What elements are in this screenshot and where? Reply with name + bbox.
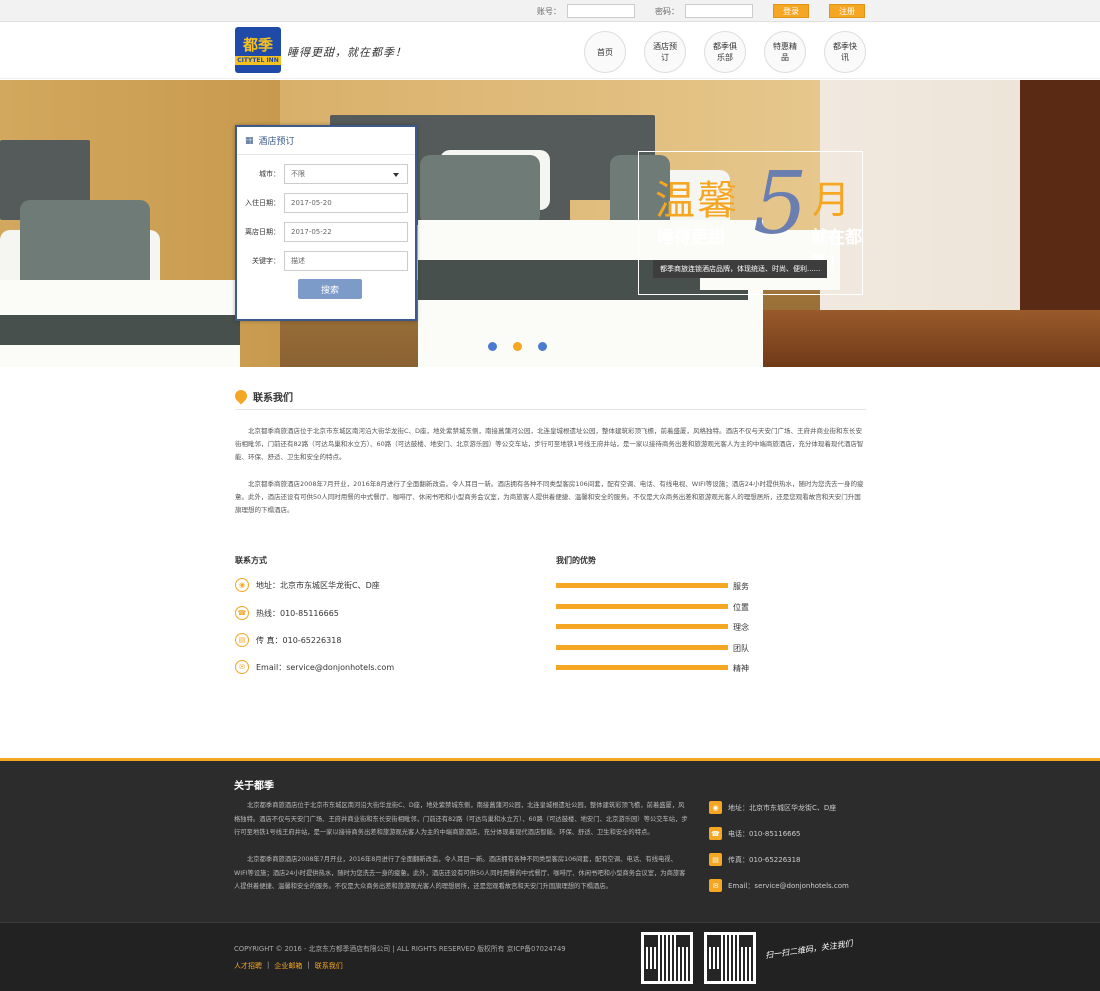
contact-email: ✉ Email：service@donjonhotels.com [235, 660, 394, 674]
advantage-bar [556, 604, 728, 609]
location-icon: ◉ [235, 578, 249, 592]
nav-item-club[interactable]: 都季俱乐部 [704, 31, 746, 73]
advantage-bar [556, 583, 728, 588]
main-nav: 首页 酒店预订 都季俱乐部 特惠精品 都季快讯 [584, 31, 866, 73]
hero-banner [0, 80, 1100, 367]
booking-header: ▦ 酒店预订 [237, 127, 415, 155]
footer-address: ◉ 地址：北京市东城区华龙街C、D座 [709, 801, 836, 814]
footer: 关于都季 北京都季商旅酒店位于北京市东城区南河沿大街华龙街C、D座，地处紫禁城东… [0, 758, 1100, 991]
city-row: 城市： 不限 [237, 164, 415, 184]
contact-section-title: 联系我们 [232, 383, 866, 410]
checkin-date-input[interactable]: 2017-05-20 [284, 193, 408, 213]
qr-code-icon [641, 932, 693, 984]
advantage-label: 团队 [733, 644, 749, 653]
contact-address: ◉ 地址：北京市东城区华龙街C、D座 [235, 578, 380, 592]
scan-text: 扫一扫二维码，关注我们 [764, 938, 854, 961]
nav-item-offers[interactable]: 特惠精品 [764, 31, 806, 73]
slogan: 睡得更甜，就在都季！ [287, 46, 407, 59]
footer-paragraph-1: 北京都季商旅酒店位于北京市东城区南河沿大街华龙街C、D座，地处紫禁城东侧，南接菖… [234, 802, 688, 836]
register-button[interactable]: 注册 [829, 4, 865, 18]
checkin-label: 入住日期： [245, 199, 280, 207]
password-label: 密码： [655, 6, 679, 16]
city-label: 城市： [259, 170, 280, 178]
phone-icon: ☎ [709, 827, 722, 840]
contact-method-title: 联系方式 [235, 556, 267, 565]
carousel-dot[interactable] [538, 342, 547, 351]
advantage-label: 位置 [733, 603, 749, 612]
advantage-label: 精神 [733, 664, 749, 673]
advantage-bar [556, 665, 728, 670]
carousel-dots [488, 342, 547, 351]
mail-icon: ✉ [235, 660, 249, 674]
footer-bottom: COPYRIGHT © 2016 - 北京东方都季酒店有限公司 | ALL RI… [0, 922, 1100, 991]
carousel-dot[interactable] [488, 342, 497, 351]
booking-panel: ▦ 酒店预订 城市： 不限 入住日期： 2017-05-20 离店日期： 201… [235, 125, 417, 321]
copyright: COPYRIGHT © 2016 - 北京东方都季酒店有限公司 | ALL RI… [234, 945, 566, 953]
fax-icon: ▤ [709, 853, 722, 866]
advantage-bar [556, 624, 728, 629]
qr-code-icon [704, 932, 756, 984]
header: 都季 CITYTEL INN 睡得更甜，就在都季！ 首页 酒店预订 都季俱乐部 … [0, 22, 1100, 79]
account-label: 账号： [537, 6, 561, 16]
account-input[interactable] [567, 4, 635, 18]
footer-link-jobs[interactable]: 人才招聘 [234, 961, 262, 971]
contact-phone: ☎ 热线：010-85116665 [235, 606, 339, 620]
promo-line1: 温馨 [655, 178, 739, 224]
chevron-down-icon [393, 173, 399, 177]
advantage-title: 我们的优势 [556, 556, 596, 565]
calendar-icon: ▦ [245, 135, 254, 146]
keyword-row: 关键字： 描述 [237, 251, 415, 271]
footer-fax: ▤ 传真：010-65226318 [709, 853, 801, 866]
city-select[interactable]: 不限 [284, 164, 408, 184]
mail-icon: ✉ [709, 879, 722, 892]
promo-box: 温馨 5 月 睡得更甜 就在都季！ 都季商旅连锁酒店品牌，体现统适、时尚、便利.… [638, 151, 863, 295]
promo-month: 月 [812, 178, 851, 222]
logo-en: CITYTEL INN [235, 55, 281, 65]
promo-number: 5 [753, 154, 808, 254]
advantage-bar [556, 645, 728, 650]
promo-line2a: 睡得更甜 [657, 228, 725, 248]
nav-item-booking[interactable]: 酒店预订 [644, 31, 686, 73]
logo-cn: 都季 [242, 35, 273, 54]
footer-link-mail[interactable]: 企业邮箱 [274, 961, 302, 971]
footer-phone: ☎ 电话：010-85116665 [709, 827, 801, 840]
footer-paragraph-2: 北京都季商旅酒店2008年7月开业，2016年8月进行了全面翻新改造，令人耳目一… [234, 856, 686, 890]
footer-links: 人才招聘 | 企业邮箱 | 联系我们 [234, 961, 343, 971]
checkout-date-input[interactable]: 2017-05-22 [284, 222, 408, 242]
intro-paragraph-2: 北京都季商旅酒店2008年7月开业，2016年8月进行了全面翻新改造，令人耳目一… [235, 480, 864, 514]
carousel-dot-active[interactable] [513, 342, 522, 351]
keyword-label: 关键字： [252, 257, 280, 265]
nav-item-news[interactable]: 都季快讯 [824, 31, 866, 73]
keyword-input[interactable]: 描述 [284, 251, 408, 271]
nav-item-home[interactable]: 首页 [584, 31, 626, 73]
phone-icon: ☎ [235, 606, 249, 620]
search-button[interactable]: 搜索 [298, 279, 362, 299]
checkin-row: 入住日期： 2017-05-20 [237, 193, 415, 213]
logo[interactable]: 都季 CITYTEL INN [235, 27, 281, 73]
contact-fax: ▤ 传 真：010-65226318 [235, 633, 341, 647]
advantage-label: 服务 [733, 582, 749, 591]
footer-title: 关于都季 [234, 781, 274, 792]
checkout-row: 离店日期： 2017-05-22 [237, 222, 415, 242]
checkout-label: 离店日期： [245, 228, 280, 236]
promo-tag: 都季商旅连锁酒店品牌，体现统适、时尚、便利...... [653, 260, 828, 278]
booking-title: 酒店预订 [258, 137, 295, 147]
footer-email: ✉ Email：service@donjonhotels.com [709, 879, 849, 892]
location-icon: ◉ [709, 801, 722, 814]
login-form: 账号： 密码： 登录 注册 [537, 4, 865, 18]
footer-link-contact[interactable]: 联系我们 [315, 961, 343, 971]
password-input[interactable] [685, 4, 753, 18]
advantage-label: 理念 [733, 623, 749, 632]
login-button[interactable]: 登录 [773, 4, 809, 18]
top-bar: 账号： 密码： 登录 注册 [0, 0, 1100, 22]
fax-icon: ▤ [235, 633, 249, 647]
location-pin-icon [232, 387, 250, 405]
intro-paragraph-1: 北京都季商旅酒店位于北京市东城区南河沿大街华龙街C、D座，地处紫禁城东侧，南接菖… [235, 427, 864, 461]
